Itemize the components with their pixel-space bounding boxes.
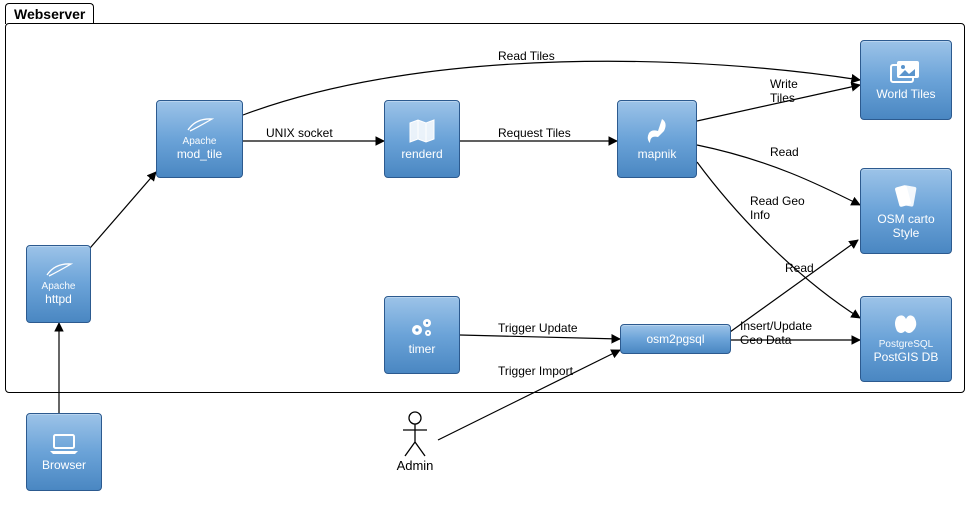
label-trigger-update: Trigger Update — [498, 322, 578, 336]
actor-admin: Admin — [390, 410, 440, 473]
node-timer-label: timer — [409, 342, 436, 356]
node-browser: Browser — [26, 413, 102, 491]
label-read-tiles: Read Tiles — [498, 50, 555, 64]
label-insert-update: Insert/Update Geo Data — [740, 320, 812, 348]
node-renderd: renderd — [384, 100, 460, 178]
label-unix-socket: UNIX socket — [266, 127, 333, 141]
node-osm-style: OSM carto Style — [860, 168, 952, 254]
elephant-icon — [891, 313, 921, 337]
node-httpd: Apache httpd — [26, 245, 91, 323]
node-postgis-sup: PostgreSQL — [879, 339, 933, 350]
map-icon — [407, 117, 437, 145]
feather-icon — [45, 261, 73, 279]
actor-admin-label: Admin — [390, 458, 440, 473]
node-world-tiles-label: World Tiles — [876, 87, 935, 101]
gears-icon — [407, 314, 437, 340]
frame-tab: Webserver — [5, 3, 94, 24]
person-icon — [399, 410, 431, 458]
node-browser-label: Browser — [42, 458, 86, 472]
label-osm-read: Read — [785, 262, 814, 276]
node-osm2pgsql-label: osm2pgsql — [646, 332, 704, 346]
webserver-frame — [5, 23, 965, 393]
images-icon — [889, 59, 923, 85]
label-write-tiles: Write Tiles — [770, 78, 798, 106]
node-mapnik-label: mapnik — [638, 147, 677, 161]
node-mod-tile: Apache mod_tile — [156, 100, 243, 178]
brush-icon — [644, 117, 670, 145]
node-mod-tile-sup: Apache — [183, 136, 217, 147]
node-world-tiles: World Tiles — [860, 40, 952, 120]
node-timer: timer — [384, 296, 460, 374]
node-osm-style-label: OSM carto Style — [877, 212, 934, 241]
node-postgis-label: PostGIS DB — [874, 350, 939, 364]
label-request-tiles: Request Tiles — [498, 127, 571, 141]
laptop-icon — [48, 432, 80, 456]
label-trigger-import: Trigger Import — [498, 365, 573, 379]
swatch-icon — [891, 182, 921, 210]
node-mapnik: mapnik — [617, 100, 697, 178]
node-httpd-label: httpd — [45, 292, 72, 306]
feather-icon — [186, 116, 214, 134]
label-read-geo: Read Geo Info — [750, 195, 805, 223]
node-renderd-label: renderd — [401, 147, 442, 161]
node-mod-tile-label: mod_tile — [177, 147, 222, 161]
node-osm2pgsql: osm2pgsql — [620, 324, 731, 354]
node-postgis: PostgreSQL PostGIS DB — [860, 296, 952, 382]
label-mapnik-read: Read — [770, 146, 799, 160]
node-httpd-sup: Apache — [42, 281, 76, 292]
